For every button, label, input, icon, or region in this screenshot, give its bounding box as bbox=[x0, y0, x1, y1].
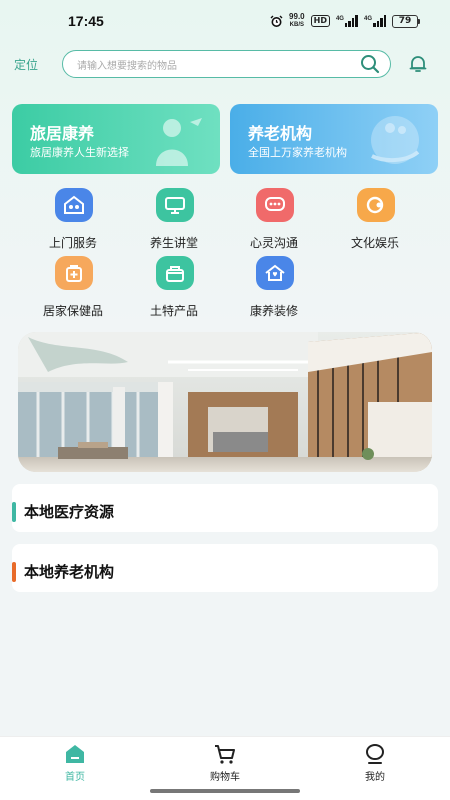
search-icon[interactable] bbox=[360, 54, 380, 74]
grid-label: 土特产品 bbox=[149, 304, 198, 318]
tab-home[interactable]: 首页 bbox=[25, 741, 125, 783]
renovation-icon bbox=[256, 256, 294, 290]
grid-item-home-service[interactable]: 上门服务 bbox=[23, 188, 123, 252]
net-speed-value: 99.0 bbox=[289, 12, 305, 21]
grid-label: 上门服务 bbox=[48, 236, 97, 250]
tab-cart[interactable]: 购物车 bbox=[175, 741, 275, 783]
care-hands-icon bbox=[371, 116, 420, 164]
grid-label: 养生讲堂 bbox=[149, 236, 198, 250]
profile-icon bbox=[366, 744, 384, 764]
grid-item-specialty[interactable]: 土特产品 bbox=[124, 256, 224, 320]
battery-level: 79 bbox=[392, 14, 418, 28]
home-indicator[interactable] bbox=[150, 789, 300, 793]
tab-profile[interactable]: 我的 bbox=[325, 741, 425, 783]
grid-label: 心灵沟通 bbox=[249, 236, 298, 250]
section-local-medical[interactable]: 本地医疗资源 bbox=[12, 484, 438, 532]
signal-2: 4G bbox=[364, 15, 386, 27]
lobby-illustration bbox=[18, 332, 432, 472]
chat-icon bbox=[256, 188, 294, 222]
locate-button[interactable]: 定位 bbox=[14, 56, 38, 73]
status-time: 17:45 bbox=[68, 13, 104, 29]
banner-nursing-home[interactable]: 养老机构 全国上万家养老机构 bbox=[230, 104, 438, 174]
section-title: 本地医疗资源 bbox=[24, 503, 115, 521]
section-accent-bar bbox=[12, 562, 16, 582]
home-icon bbox=[66, 745, 84, 763]
grid-label: 文化娱乐 bbox=[350, 236, 399, 250]
bell-icon[interactable] bbox=[408, 54, 428, 74]
battery-icon: 79 bbox=[392, 14, 420, 28]
grid-label: 康养装修 bbox=[249, 304, 298, 318]
section-local-nursing[interactable]: 本地养老机构 bbox=[12, 544, 438, 592]
hd-badge: HD bbox=[310, 15, 330, 27]
lecture-icon bbox=[156, 188, 194, 222]
signal-1-bars bbox=[344, 15, 358, 27]
banner-title: 旅居康养 bbox=[30, 124, 95, 143]
cart-icon bbox=[215, 745, 235, 764]
search-input[interactable]: 请输入想要搜索的物品 bbox=[62, 50, 391, 78]
grid-item-chat[interactable]: 心灵沟通 bbox=[224, 188, 324, 252]
banner-title: 养老机构 bbox=[248, 124, 313, 143]
tab-label: 我的 bbox=[365, 772, 385, 783]
section-accent-bar bbox=[12, 502, 16, 522]
grid-label: 居家保健品 bbox=[42, 304, 103, 318]
section-title: 本地养老机构 bbox=[24, 563, 115, 581]
alarm-icon bbox=[270, 15, 283, 27]
grid-item-health-product[interactable]: 居家保健品 bbox=[23, 256, 123, 320]
signal-2-bars bbox=[373, 15, 386, 27]
net-speed-unit: KB/S bbox=[289, 22, 304, 28]
signal-1-label: 4G bbox=[335, 16, 344, 22]
net-speed: 99.0 KB/S bbox=[289, 13, 305, 29]
culture-icon bbox=[357, 188, 395, 222]
elderly-person-icon bbox=[156, 118, 202, 166]
home-service-icon bbox=[55, 188, 93, 222]
status-icons: 99.0 KB/S HD 4G 4G 79 bbox=[270, 13, 420, 29]
tab-label: 首页 bbox=[65, 772, 85, 783]
specialty-icon bbox=[156, 256, 194, 290]
signal-2-label: 4G bbox=[363, 16, 372, 22]
banner-subtitle: 全国上万家养老机构 bbox=[248, 146, 347, 159]
hero-image-lobby[interactable] bbox=[18, 332, 432, 472]
header: 定位 请输入想要搜索的物品 bbox=[0, 46, 450, 82]
tab-label: 购物车 bbox=[210, 772, 240, 783]
search-placeholder: 请输入想要搜索的物品 bbox=[77, 61, 177, 72]
grid-item-lecture[interactable]: 养生讲堂 bbox=[124, 188, 224, 252]
signal-1: 4G bbox=[336, 15, 358, 27]
banner-subtitle: 旅居康养人生新选择 bbox=[30, 146, 129, 159]
banner-travel-care[interactable]: 旅居康养 旅居康养人生新选择 bbox=[12, 104, 220, 174]
status-bar: 17:45 99.0 KB/S HD 4G 4G 79 bbox=[0, 0, 450, 42]
grid-item-culture[interactable]: 文化娱乐 bbox=[325, 188, 425, 252]
grid-item-renovation[interactable]: 康养装修 bbox=[224, 256, 324, 320]
health-product-icon bbox=[55, 256, 93, 290]
